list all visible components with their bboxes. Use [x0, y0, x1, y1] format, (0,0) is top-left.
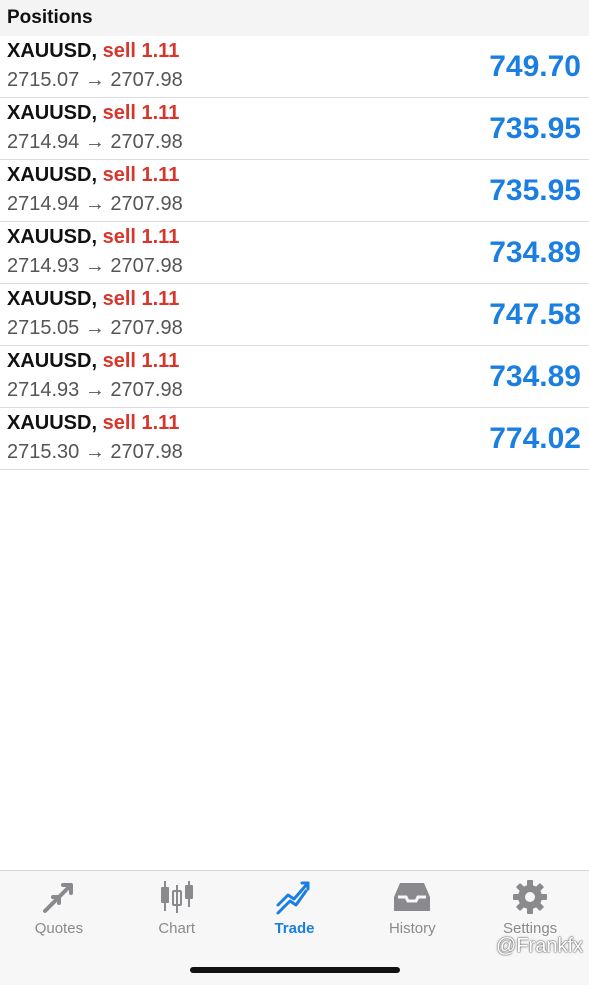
open-price: 2715.05 [7, 317, 80, 339]
tab-label: Quotes [34, 920, 84, 937]
position-symbol: XAUUSD, [7, 40, 98, 62]
position-row[interactable]: XAUUSD, sell 1.11 2715.30 → 2707.98 774.… [0, 408, 589, 470]
watermark-text: @Frankfx [496, 935, 583, 957]
position-side-volume: sell 1.11 [102, 288, 180, 310]
position-title: XAUUSD, sell 1.11 [7, 102, 179, 125]
position-prices: 2714.94 → 2707.98 [7, 131, 183, 154]
inbox-tray-icon [394, 883, 431, 911]
position-title: XAUUSD, sell 1.11 [7, 40, 179, 63]
open-price: 2715.30 [7, 441, 80, 463]
position-title: XAUUSD, sell 1.11 [7, 164, 179, 187]
position-profit: 734.89 [489, 360, 581, 393]
position-row[interactable]: XAUUSD, sell 1.11 2714.94 → 2707.98 735.… [0, 160, 589, 222]
arrow-icon: → [84, 193, 105, 215]
mt-app-screen: Positions XAUUSD, sell 1.11 2715.07 → 27… [0, 0, 589, 985]
position-symbol: XAUUSD, [7, 164, 98, 186]
position-row[interactable]: XAUUSD, sell 1.11 2714.93 → 2707.98 734.… [0, 222, 589, 284]
tab-trade[interactable]: Trade [236, 871, 354, 951]
position-title: XAUUSD, sell 1.11 [7, 412, 179, 435]
current-price: 2707.98 [110, 317, 183, 339]
quotes-arrows-icon [42, 883, 73, 913]
position-symbol: XAUUSD, [7, 350, 98, 372]
tab-chart[interactable]: Chart [118, 871, 236, 951]
position-title: XAUUSD, sell 1.11 [7, 226, 179, 249]
position-side-volume: sell 1.11 [102, 412, 180, 434]
tab-label: Trade [274, 920, 315, 937]
gear-icon [513, 880, 548, 914]
open-price: 2714.93 [7, 255, 80, 277]
arrow-icon: → [84, 69, 105, 91]
position-prices: 2714.93 → 2707.98 [7, 379, 183, 402]
position-symbol: XAUUSD, [7, 288, 98, 310]
position-side-volume: sell 1.11 [102, 164, 180, 186]
position-row[interactable]: XAUUSD, sell 1.11 2715.07 → 2707.98 749.… [0, 36, 589, 98]
position-row[interactable]: XAUUSD, sell 1.11 2714.94 → 2707.98 735.… [0, 98, 589, 160]
arrow-icon: → [84, 317, 105, 339]
tab-history[interactable]: History [353, 871, 471, 951]
home-indicator[interactable] [190, 967, 400, 973]
open-price: 2714.94 [7, 131, 80, 153]
current-price: 2707.98 [110, 441, 183, 463]
positions-section-header: Positions [0, 0, 589, 36]
position-prices: 2715.07 → 2707.98 [7, 69, 183, 92]
position-side-volume: sell 1.11 [102, 40, 180, 62]
arrow-icon: → [84, 255, 105, 277]
position-profit: 735.95 [489, 112, 581, 145]
position-row[interactable]: XAUUSD, sell 1.11 2715.05 → 2707.98 747.… [0, 284, 589, 346]
trade-trend-icon [276, 881, 310, 915]
positions-list: XAUUSD, sell 1.11 2715.07 → 2707.98 749.… [0, 36, 589, 470]
position-profit: 774.02 [489, 422, 581, 455]
arrow-icon: → [84, 379, 105, 401]
position-profit: 734.89 [489, 236, 581, 269]
position-symbol: XAUUSD, [7, 412, 98, 434]
open-price: 2714.94 [7, 193, 80, 215]
arrow-icon: → [84, 131, 105, 153]
current-price: 2707.98 [110, 193, 183, 215]
position-side-volume: sell 1.11 [102, 226, 180, 248]
watermark: @Frankfx [496, 935, 583, 958]
position-symbol: XAUUSD, [7, 102, 98, 124]
position-profit: 749.70 [489, 50, 581, 83]
position-title: XAUUSD, sell 1.11 [7, 350, 179, 373]
arrow-icon: → [84, 441, 105, 463]
position-row[interactable]: XAUUSD, sell 1.11 2714.93 → 2707.98 734.… [0, 346, 589, 408]
candlestick-icon [160, 881, 193, 913]
position-title: XAUUSD, sell 1.11 [7, 288, 179, 311]
position-side-volume: sell 1.11 [102, 350, 180, 372]
current-price: 2707.98 [110, 255, 183, 277]
position-profit: 735.95 [489, 174, 581, 207]
current-price: 2707.98 [110, 379, 183, 401]
open-price: 2715.07 [7, 69, 80, 91]
position-prices: 2714.93 → 2707.98 [7, 255, 183, 278]
open-price: 2714.93 [7, 379, 80, 401]
position-side-volume: sell 1.11 [102, 102, 180, 124]
tab-label: History [388, 920, 436, 937]
position-prices: 2715.30 → 2707.98 [7, 441, 183, 464]
position-profit: 747.58 [489, 298, 581, 331]
position-symbol: XAUUSD, [7, 226, 98, 248]
position-prices: 2715.05 → 2707.98 [7, 317, 183, 340]
position-prices: 2714.94 → 2707.98 [7, 193, 183, 216]
current-price: 2707.98 [110, 69, 183, 91]
current-price: 2707.98 [110, 131, 183, 153]
section-title: Positions [7, 7, 93, 28]
tab-quotes[interactable]: Quotes [0, 871, 118, 951]
tab-label: Chart [158, 920, 196, 937]
